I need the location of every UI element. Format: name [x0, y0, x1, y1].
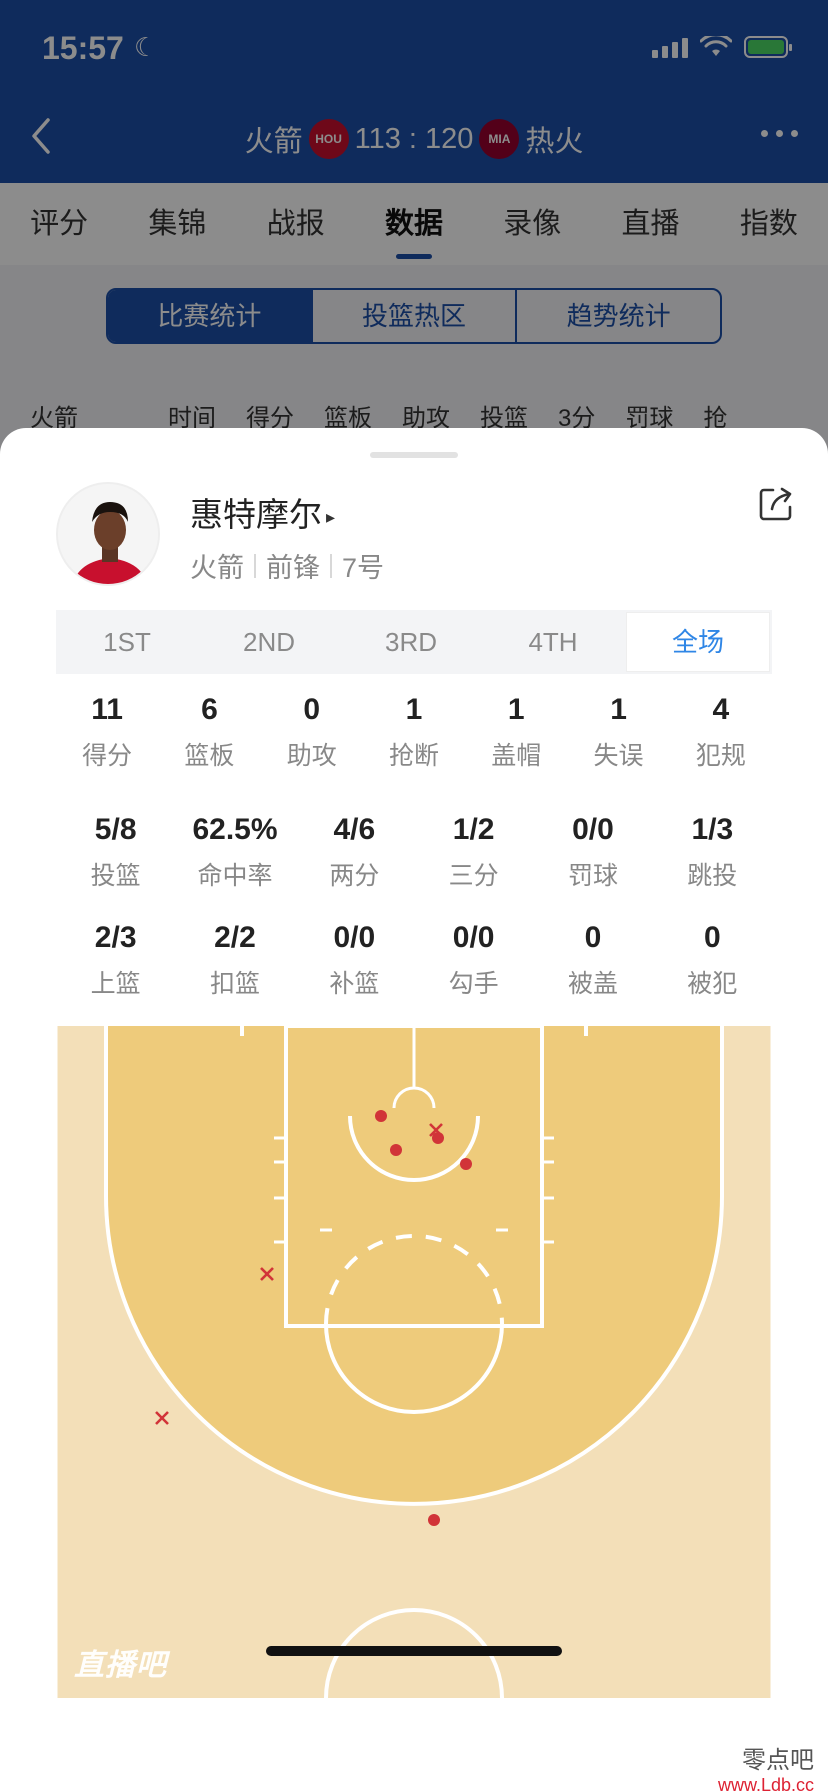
period-tabs: 1ST 2ND 3RD 4TH 全场 — [56, 610, 772, 674]
caret-right-icon: ▸ — [326, 506, 336, 527]
made-shot-marker — [460, 1158, 472, 1170]
shot-chart-court: 直播吧 — [54, 1024, 774, 1699]
stat-fouls: 4 犯规 — [670, 690, 772, 772]
stat-blocks: 1 盖帽 — [465, 690, 567, 772]
shot-type-stats-row: 2/3 上篮 2/2 扣篮 0/0 补篮 0/0 勾手 0 被盖 0 被犯 — [56, 918, 772, 1000]
player-name-text: 惠特摩尔 — [190, 496, 322, 533]
stat-value: 1/2 — [452, 813, 495, 846]
stat-jump-shots: 1/3 跳投 — [653, 810, 772, 892]
period-tab-full-game[interactable]: 全场 — [627, 613, 769, 671]
made-shot-marker — [428, 1514, 440, 1526]
player-stats-sheet: 惠特摩尔 ▸ 火箭 前锋 7号 1ST 2ND 3RD 4TH 全场 11 得分 6… — [0, 428, 828, 1792]
stat-label: 篮板 — [184, 742, 235, 770]
stat-label: 被盖 — [567, 970, 618, 998]
stat-fouls-drawn: 0 被犯 — [653, 918, 772, 1000]
court-watermark: 直播吧 — [74, 1649, 167, 1682]
period-tab-2nd[interactable]: 2ND — [198, 610, 340, 674]
stat-label: 投篮 — [90, 862, 141, 890]
stat-label: 补篮 — [329, 970, 380, 998]
player-number: 7号 — [342, 553, 385, 583]
player-meta: 火箭 前锋 7号 — [190, 546, 384, 585]
stat-label: 抢断 — [388, 742, 439, 770]
stat-points: 11 得分 — [56, 690, 158, 772]
stat-label: 盖帽 — [491, 742, 542, 770]
stat-hook-shots: 0/0 勾手 — [414, 918, 533, 1000]
stat-label: 命中率 — [197, 862, 273, 890]
divider — [254, 553, 256, 578]
corner-watermark-url: www.Ldb.cc — [717, 1775, 814, 1792]
corner-watermark: 零点吧 www.Ldb.cc — [718, 1740, 814, 1792]
stat-tip-ins: 0/0 补篮 — [295, 918, 414, 1000]
sheet-grabber[interactable] — [370, 452, 458, 458]
stat-label: 跳投 — [687, 862, 738, 890]
stat-label: 得分 — [82, 742, 133, 770]
stat-value: 0/0 — [452, 921, 495, 954]
made-shot-marker — [390, 1144, 402, 1156]
player-position: 前锋 — [266, 553, 320, 583]
stat-value: 5/8 — [94, 813, 137, 846]
stat-value: 1 — [405, 693, 423, 726]
stat-label: 上篮 — [90, 970, 141, 998]
stat-three-pointers: 1/2 三分 — [414, 810, 533, 892]
player-name[interactable]: 惠特摩尔 ▸ — [190, 488, 335, 536]
period-tab-3rd[interactable]: 3RD — [340, 610, 482, 674]
stat-label: 助攻 — [286, 742, 337, 770]
home-indicator[interactable] — [266, 1646, 562, 1656]
stat-value: 1 — [610, 693, 627, 726]
stat-value: 6 — [201, 693, 218, 726]
stat-label: 勾手 — [448, 970, 499, 998]
player-avatar — [56, 482, 160, 586]
player-team: 火箭 — [190, 553, 244, 583]
stat-steals: 1 抢断 — [363, 690, 465, 772]
stat-fg-percentage: 62.5% 命中率 — [175, 810, 294, 892]
stat-dunks: 2/2 扣篮 — [175, 918, 294, 1000]
stat-value: 2/2 — [214, 921, 256, 954]
stat-value: 1 — [507, 693, 525, 726]
stat-value: 62.5% — [192, 813, 278, 846]
stat-assists: 0 助攻 — [261, 690, 363, 772]
divider — [330, 553, 332, 578]
stat-label: 扣篮 — [209, 970, 260, 998]
made-shot-marker — [375, 1110, 387, 1122]
stat-label: 犯规 — [695, 742, 746, 770]
stat-turnovers: 1 失误 — [567, 690, 669, 772]
stat-value: 4 — [712, 693, 730, 726]
stat-value: 1/3 — [691, 813, 734, 846]
stat-value: 0/0 — [333, 921, 376, 954]
stat-value: 0 — [584, 921, 602, 954]
stat-rebounds: 6 篮板 — [158, 690, 260, 772]
stat-value: 0/0 — [572, 813, 614, 846]
period-tab-4th[interactable]: 4TH — [482, 610, 624, 674]
stat-label: 罚球 — [567, 862, 618, 890]
stat-two-pointers: 4/6 两分 — [295, 810, 414, 892]
stat-value: 0 — [703, 921, 721, 954]
stat-field-goals: 5/8 投篮 — [56, 810, 175, 892]
stat-value: 0 — [303, 693, 321, 726]
stat-label: 被犯 — [687, 970, 738, 998]
stat-value: 11 — [91, 693, 123, 726]
stat-label: 三分 — [448, 862, 499, 890]
stat-value: 2/3 — [94, 921, 137, 954]
stat-value: 4/6 — [333, 813, 376, 846]
stat-label: 失误 — [593, 742, 644, 770]
corner-watermark-text: 零点吧 — [742, 1746, 814, 1774]
shooting-stats-row: 5/8 投篮 62.5% 命中率 4/6 两分 1/2 三分 0/0 罚球 1/3 跳投 — [56, 810, 772, 892]
basic-stats-row: 11 得分 6 篮板 0 助攻 1 抢断 1 盖帽 1 失误 4 犯规 — [56, 690, 772, 772]
period-tab-1st[interactable]: 1ST — [56, 610, 198, 674]
stat-free-throws: 0/0 罚球 — [533, 810, 652, 892]
share-icon[interactable] — [756, 484, 796, 524]
stat-blocked: 0 被盖 — [533, 918, 652, 1000]
stat-layups: 2/3 上篮 — [56, 918, 175, 1000]
stat-label: 两分 — [329, 862, 380, 890]
